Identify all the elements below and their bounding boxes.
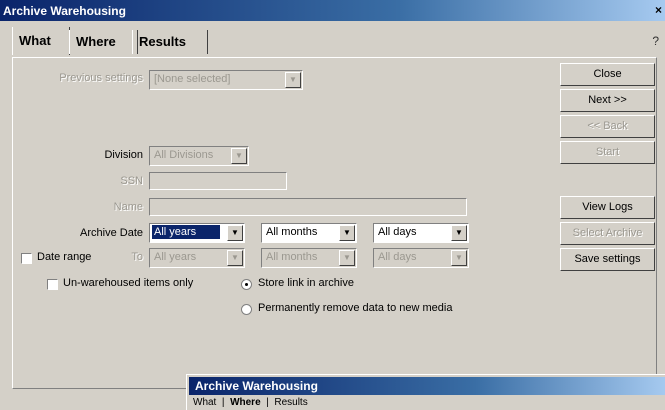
second-window-title-bar: Archive Warehousing [189, 377, 665, 395]
second-tab-what[interactable]: What [193, 397, 216, 408]
chevron-down-icon: ▼ [339, 250, 355, 266]
back-button: << Back [560, 115, 655, 138]
unwarehoused-label: Un-warehoused items only [63, 277, 194, 289]
archive-date-label: Archive Date [80, 227, 143, 239]
division-select: All Divisions ▼ [149, 146, 249, 166]
archive-month-value: All months [266, 226, 318, 238]
chevron-down-icon: ▼ [227, 250, 243, 266]
previous-settings-value: [None selected] [154, 73, 231, 85]
name-label: Name [113, 201, 143, 213]
start-button: Start [560, 141, 655, 164]
second-window-tabs: What | Where | Results [193, 397, 308, 408]
tab-what[interactable]: What [12, 27, 70, 55]
chevron-down-icon: ▼ [451, 250, 467, 266]
save-settings-button[interactable]: Save settings [560, 248, 655, 271]
to-month-select: All months ▼ [261, 248, 357, 268]
select-archive-button: Select Archive [560, 222, 655, 245]
date-range-label: Date range [37, 251, 92, 263]
archive-year-select[interactable]: All years ▼ [149, 223, 245, 243]
permanently-remove-radio[interactable] [241, 304, 252, 315]
close-button[interactable]: Close [560, 63, 655, 86]
view-logs-button[interactable]: View Logs [560, 196, 655, 219]
title-bar: Archive Warehousing × [0, 0, 665, 21]
to-day-select: All days ▼ [373, 248, 469, 268]
chevron-down-icon[interactable]: ▼ [227, 225, 243, 241]
unwarehoused-checkbox[interactable] [47, 279, 58, 290]
close-icon[interactable]: × [655, 3, 662, 17]
date-range-checkbox[interactable] [21, 253, 32, 264]
division-label: Division [104, 149, 143, 161]
archive-month-select[interactable]: All months ▼ [261, 223, 357, 243]
chevron-down-icon[interactable]: ▼ [339, 225, 355, 241]
second-window: Archive Warehousing What | Where | Resul… [186, 374, 665, 410]
chevron-down-icon: ▼ [285, 72, 301, 88]
second-tab-where[interactable]: Where [230, 397, 261, 408]
ssn-field [149, 172, 287, 190]
tab-where[interactable]: Where [69, 30, 138, 54]
second-window-title: Archive Warehousing [195, 379, 318, 393]
chevron-down-icon: ▼ [231, 148, 247, 164]
help-icon[interactable]: ? [652, 34, 659, 48]
second-tab-results[interactable]: Results [274, 397, 307, 408]
to-year-value: All years [154, 251, 197, 263]
division-value: All Divisions [154, 149, 214, 161]
chevron-down-icon[interactable]: ▼ [451, 225, 467, 241]
archive-day-value: All days [378, 226, 417, 238]
to-label: To [131, 251, 143, 263]
store-link-radio[interactable] [241, 279, 252, 290]
window-title: Archive Warehousing [3, 4, 126, 18]
ssn-label: SSN [120, 175, 143, 187]
next-button[interactable]: Next >> [560, 89, 655, 112]
permanently-remove-label: Permanently remove data to new media [258, 302, 453, 314]
to-year-select: All years ▼ [149, 248, 245, 268]
previous-settings-select: [None selected] ▼ [149, 70, 303, 90]
previous-settings-label: Previous settings [59, 72, 143, 84]
to-month-value: All months [266, 251, 318, 263]
tab-results[interactable]: Results [132, 30, 208, 54]
name-field [149, 198, 467, 216]
archive-year-value: All years [152, 225, 221, 239]
archive-day-select[interactable]: All days ▼ [373, 223, 469, 243]
to-day-value: All days [378, 251, 417, 263]
store-link-label: Store link in archive [258, 277, 354, 289]
